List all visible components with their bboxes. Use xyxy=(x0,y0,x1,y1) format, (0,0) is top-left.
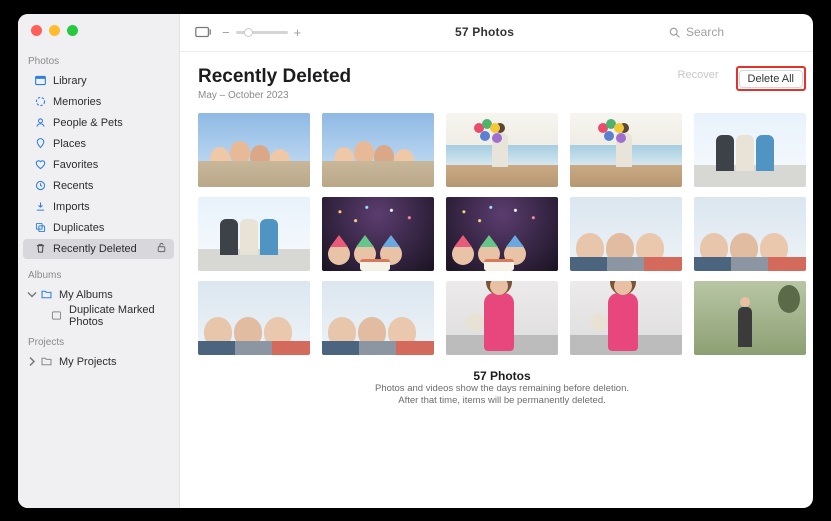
photo-thumbnail[interactable] xyxy=(570,197,682,271)
sidebar-item-label: Favorites xyxy=(53,159,168,171)
page-title: Recently Deleted xyxy=(198,66,351,88)
photo-thumbnail[interactable] xyxy=(322,197,434,271)
photo-thumbnail[interactable] xyxy=(446,113,558,187)
sidebar-item-recently-deleted[interactable]: Recently Deleted xyxy=(23,239,174,259)
sidebar-item-label: Imports xyxy=(53,201,168,213)
folder-icon xyxy=(39,288,53,301)
sidebar-item-duplicate-marked[interactable]: Duplicate Marked Photos xyxy=(23,306,174,326)
photo-thumbnail[interactable] xyxy=(694,113,806,187)
section-albums: Albums xyxy=(18,260,179,284)
people-icon xyxy=(33,116,47,129)
sidebar-item-memories[interactable]: Memories xyxy=(23,92,174,112)
page-header: Recently Deleted May – October 2023 Reco… xyxy=(180,52,813,105)
search-icon xyxy=(668,26,681,39)
section-projects: Projects xyxy=(18,327,179,351)
sidebar-item-label: People & Pets xyxy=(53,117,168,129)
sidebar-item-label: My Projects xyxy=(59,356,168,368)
zoom-icon[interactable] xyxy=(67,25,78,36)
photo-thumbnail[interactable] xyxy=(570,281,682,355)
window-controls xyxy=(18,14,179,46)
close-icon[interactable] xyxy=(31,25,42,36)
footer-line-1: Photos and videos show the days remainin… xyxy=(198,383,806,396)
sidebar-item-my-albums[interactable]: My Albums xyxy=(23,285,174,305)
search-input[interactable] xyxy=(686,25,778,39)
delete-all-highlight: Delete All xyxy=(736,66,806,91)
chevron-down-icon[interactable] xyxy=(27,288,37,301)
date-range: May – October 2023 xyxy=(198,90,351,101)
sidebar-item-label: Places xyxy=(53,138,168,150)
sidebar-item-label: Recently Deleted xyxy=(53,243,155,255)
photo-thumbnail[interactable] xyxy=(446,281,558,355)
sidebar-item-label: My Albums xyxy=(59,289,168,301)
photo-thumbnail[interactable] xyxy=(446,197,558,271)
sidebar-item-duplicates[interactable]: Duplicates xyxy=(23,218,174,238)
photo-thumbnail[interactable] xyxy=(694,197,806,271)
delete-all-button[interactable]: Delete All xyxy=(739,70,803,88)
clock-icon xyxy=(33,179,47,192)
zoom-slider[interactable]: − + xyxy=(222,25,301,40)
sidebar-item-label: Library xyxy=(53,75,168,87)
folder-icon xyxy=(39,355,53,368)
photo-thumbnail[interactable] xyxy=(322,113,434,187)
photo-thumbnail[interactable] xyxy=(694,281,806,355)
recover-button[interactable]: Recover xyxy=(669,66,728,84)
unlock-icon xyxy=(155,241,168,257)
sidebar-item-people[interactable]: People & Pets xyxy=(23,113,174,133)
zoom-out-icon[interactable]: − xyxy=(222,25,230,40)
section-photos: Photos xyxy=(18,46,179,70)
sidebar-item-label: Recents xyxy=(53,180,168,192)
app-window: Photos Library Memories People & Pets Pl… xyxy=(18,14,813,508)
pin-icon xyxy=(33,137,47,150)
footer-info: 57 Photos Photos and videos show the day… xyxy=(198,369,806,409)
aspect-icon[interactable] xyxy=(194,24,212,40)
sidebar-item-imports[interactable]: Imports xyxy=(23,197,174,217)
toolbar-title: 57 Photos xyxy=(455,25,514,39)
sidebar-item-places[interactable]: Places xyxy=(23,134,174,154)
sidebar-item-my-projects[interactable]: My Projects xyxy=(23,352,174,372)
photo-thumbnail[interactable] xyxy=(198,113,310,187)
toolbar: − + 57 Photos xyxy=(180,14,813,52)
trash-icon xyxy=(33,242,47,255)
content-area: − + 57 Photos Recently Deleted May – Oct… xyxy=(180,14,813,508)
sidebar: Photos Library Memories People & Pets Pl… xyxy=(18,14,180,508)
chevron-right-icon[interactable] xyxy=(27,355,37,368)
sidebar-item-label: Duplicates xyxy=(53,222,168,234)
memories-icon xyxy=(33,95,47,108)
heart-icon xyxy=(33,158,47,171)
thumbnail-grid-scroll[interactable]: 57 Photos Photos and videos show the day… xyxy=(180,105,813,508)
photo-thumbnail[interactable] xyxy=(198,197,310,271)
sidebar-item-label: Memories xyxy=(53,96,168,108)
sidebar-item-label: Duplicate Marked Photos xyxy=(69,304,168,328)
zoom-in-icon[interactable]: + xyxy=(294,25,302,40)
duplicates-icon xyxy=(33,221,47,234)
photo-thumbnail[interactable] xyxy=(570,113,682,187)
album-icon xyxy=(49,309,63,322)
minimize-icon[interactable] xyxy=(49,25,60,36)
thumbnail-grid xyxy=(198,113,806,355)
download-icon xyxy=(33,200,47,213)
photo-thumbnail[interactable] xyxy=(322,281,434,355)
photo-thumbnail[interactable] xyxy=(198,281,310,355)
library-icon xyxy=(33,74,47,87)
sidebar-item-library[interactable]: Library xyxy=(23,71,174,91)
sidebar-item-favorites[interactable]: Favorites xyxy=(23,155,174,175)
footer-count: 57 Photos xyxy=(198,369,806,383)
sidebar-item-recents[interactable]: Recents xyxy=(23,176,174,196)
footer-line-2: After that time, items will be permanent… xyxy=(198,395,806,408)
search-field[interactable] xyxy=(668,21,808,43)
